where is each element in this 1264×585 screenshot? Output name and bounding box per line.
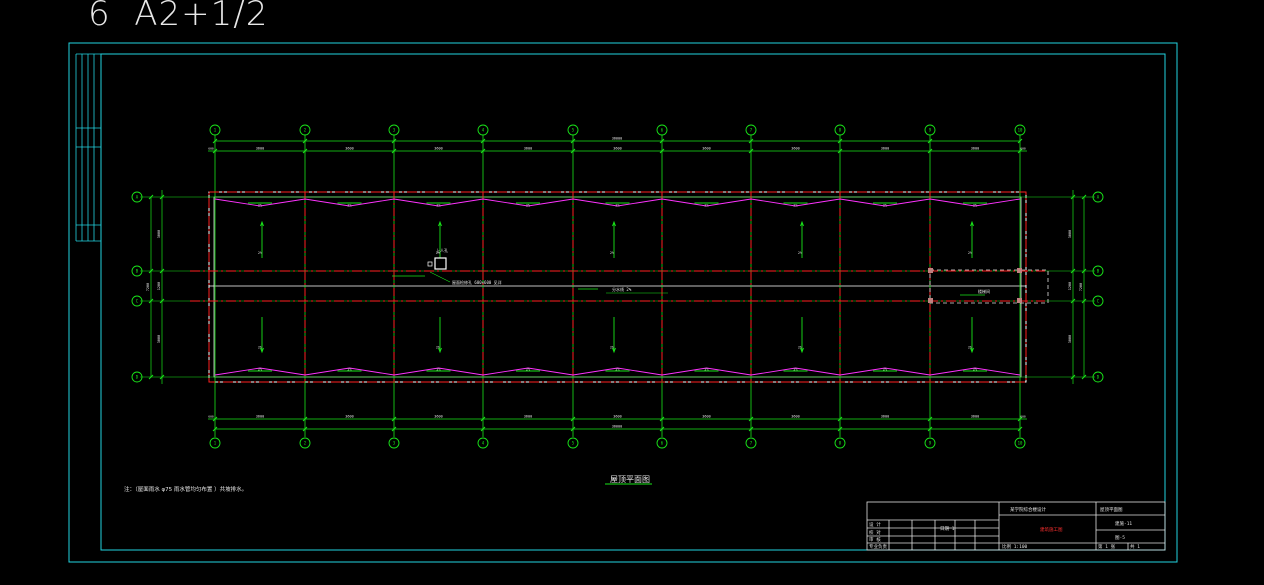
roof-hatch	[434, 257, 447, 270]
slope-arrow-label: 2%	[798, 251, 802, 255]
column-axis-label: 7	[750, 128, 753, 133]
span-dimension-label: 3600	[613, 415, 621, 419]
tb-sheet-no: 图-5	[1115, 535, 1125, 541]
cad-drawing-canvas: 设 计 校 对 审 核 专业负责 某学院综合楼设计 屋顶平面图 建筑施工图 建施…	[68, 42, 1178, 563]
span-dimension-label: 3600	[613, 147, 621, 151]
row-axis-label: B	[1097, 269, 1100, 274]
tb-row-2: 校 对	[869, 529, 881, 536]
end-dimension-label: 600	[208, 415, 214, 419]
ridge-label: 分水线 2%	[612, 286, 632, 292]
side-span-label: 1200	[157, 282, 161, 290]
end-dimension-label: 600	[1020, 147, 1026, 151]
roof-hatch-marker	[427, 261, 433, 267]
column-axis-label: 4	[482, 128, 485, 133]
slope-arrow-label: 2%	[436, 346, 440, 350]
end-dimension-label: 600	[1020, 415, 1026, 419]
span-dimension-label: 3600	[524, 147, 532, 151]
span-dimension-label: 3600	[434, 147, 442, 151]
side-span-label: 3000	[157, 335, 161, 343]
row-axis-label: A	[136, 195, 139, 200]
column-axis-label: 5	[572, 441, 575, 446]
slope-arrow-label: 2%	[258, 251, 262, 255]
tb-drawing-name: 屋顶平面图	[1100, 507, 1123, 513]
drawing-title: 屋顶平面图	[610, 475, 650, 484]
column-axis-label: 1	[214, 128, 217, 133]
tb-drawing-no: 建施-11	[1115, 520, 1132, 527]
stair-annex	[929, 269, 1049, 304]
drawing-note: 注：（屋面雨水 φ75 雨水管均匀布置 ）共坡排水。	[124, 485, 247, 493]
binding-strip	[75, 53, 101, 242]
span-dimension-label: 3600	[524, 415, 532, 419]
span-dimension-label: 3600	[702, 415, 710, 419]
column-axis-label: 4	[482, 441, 485, 446]
slope-arrow-label: 2%	[798, 346, 802, 350]
side-span-label: 3000	[1068, 230, 1072, 238]
side-total-label: 7200	[1079, 283, 1083, 291]
annex-column-3	[928, 298, 933, 303]
slope-arrow-label: 2%	[258, 346, 262, 350]
annex-column-1	[928, 268, 933, 273]
column-axis-label: 3	[393, 441, 396, 446]
span-dimension-label: 3600	[256, 147, 264, 151]
tb-project: 某学院综合楼设计	[1010, 506, 1046, 513]
tb-red-text: 建筑施工图	[1040, 526, 1063, 533]
tb-sheet: 第 1 张	[1098, 543, 1116, 550]
slope-arrow-label: 2%	[610, 346, 614, 350]
total-dimension-label: 36000	[612, 137, 623, 141]
tb-total: 共 1	[1130, 543, 1140, 550]
side-total-label: 7200	[146, 283, 150, 291]
tb-date: 日期 1	[940, 526, 955, 532]
slope-arrow-label: 2%	[968, 251, 972, 255]
span-dimension-label: 3600	[881, 415, 889, 419]
column-axis-label: 7	[750, 441, 753, 446]
tb-row-4: 专业负责	[869, 543, 887, 550]
slope-arrow-label: 2%	[610, 251, 614, 255]
column-axis-label: 8	[839, 441, 842, 446]
column-axis-label: 9	[929, 441, 932, 446]
row-axis-label: B	[136, 269, 139, 274]
drain-label: 屋面检修孔 600×600 见详	[452, 279, 502, 285]
span-dimension-label: 3600	[881, 147, 889, 151]
row-axis-label: D	[136, 375, 139, 380]
side-span-label: 1200	[1068, 282, 1072, 290]
drain-leader	[429, 271, 451, 283]
column-axis-label: 1	[214, 441, 217, 446]
span-dimension-label: 3600	[791, 147, 799, 151]
tb-row-1: 设 计	[869, 521, 881, 528]
row-axis-label: D	[1097, 375, 1100, 380]
stair-label: 楼梯间	[978, 288, 990, 294]
span-dimension-label: 3600	[971, 147, 979, 151]
column-axis-label: 2	[304, 441, 307, 446]
span-dimension-label: 3600	[971, 415, 979, 419]
slope-arrow-label: 2%	[968, 346, 972, 350]
row-axis-label: C	[136, 299, 139, 304]
span-dimension-label: 3600	[434, 415, 442, 419]
column-axis-label: 3	[393, 128, 396, 133]
column-axis-label: 8	[839, 128, 842, 133]
column-axis-label: 10	[1018, 128, 1023, 133]
span-dimension-label: 3600	[345, 147, 353, 151]
end-dimension-label: 600	[208, 147, 214, 151]
column-axis-label: 9	[929, 128, 932, 133]
row-axis-label: A	[1097, 195, 1100, 200]
tb-scale: 比例 1:100	[1002, 543, 1028, 550]
side-span-label: 3000	[157, 230, 161, 238]
column-axis-label: 6	[661, 441, 664, 446]
span-dimension-label: 3600	[791, 415, 799, 419]
side-span-label: 3000	[1068, 335, 1072, 343]
column-axis-label: 5	[572, 128, 575, 133]
row-axis-label: C	[1097, 299, 1100, 304]
annex-column-2	[1017, 268, 1022, 273]
annex-column-4	[1017, 298, 1022, 303]
span-dimension-label: 3600	[345, 415, 353, 419]
span-dimension-label: 3600	[256, 415, 264, 419]
tb-row-3: 审 核	[869, 536, 881, 543]
column-axis-label: 2	[304, 128, 307, 133]
span-dimension-label: 3600	[702, 147, 710, 151]
column-axis-label: 6	[661, 128, 664, 133]
dimension-layer: 3600 3600 3600 3600 3600 3600 3600 3600 3600 3600…	[146, 137, 1087, 432]
total-dimension-label: 36000	[612, 425, 623, 429]
column-axis-label: 10	[1018, 441, 1023, 446]
hatch-label: 上人孔	[436, 247, 448, 253]
